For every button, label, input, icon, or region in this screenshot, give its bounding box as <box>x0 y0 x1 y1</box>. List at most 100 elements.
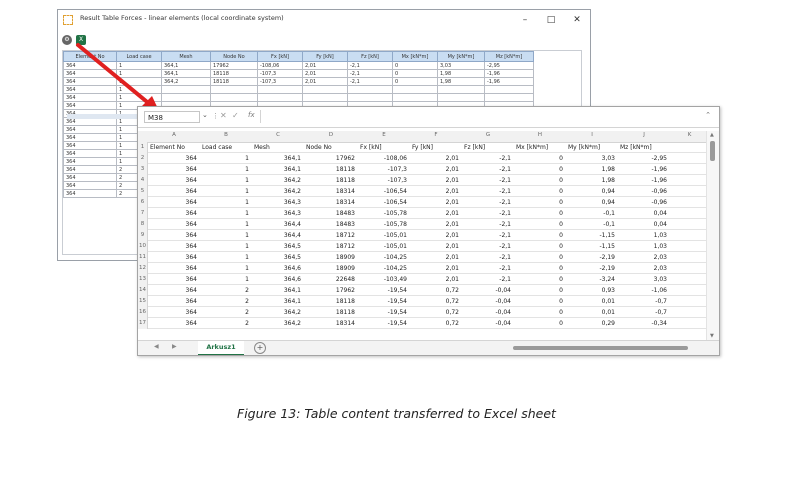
row-number[interactable]: 4 <box>138 175 148 186</box>
horizontal-scroll-thumb[interactable] <box>513 346 688 350</box>
cell[interactable]: 1 <box>200 241 249 252</box>
cell[interactable]: -2,1 <box>462 230 511 241</box>
cell[interactable]: 18314 <box>304 197 355 208</box>
chevron-up-icon[interactable]: ⌃ <box>705 111 711 119</box>
cell[interactable]: -2,1 <box>462 208 511 219</box>
row-number[interactable]: 8 <box>138 219 148 230</box>
cell[interactable]: -0,96 <box>618 197 667 208</box>
cell[interactable]: 0,72 <box>410 296 459 307</box>
cell[interactable]: 2,01 <box>410 208 459 219</box>
cell[interactable]: -2,1 <box>462 186 511 197</box>
row-number[interactable]: 15 <box>138 296 148 307</box>
cell[interactable]: 1,03 <box>618 230 667 241</box>
cell[interactable]: -2,19 <box>566 263 615 274</box>
cell[interactable]: 1,98 <box>566 175 615 186</box>
cell[interactable]: 0,72 <box>410 318 459 329</box>
cell[interactable]: -1,15 <box>566 241 615 252</box>
cell[interactable]: -2,1 <box>462 197 511 208</box>
cell[interactable]: 0 <box>514 307 563 318</box>
cell[interactable]: -105,78 <box>358 208 407 219</box>
cell[interactable]: 364,6 <box>252 274 301 285</box>
cell[interactable]: 17962 <box>304 153 355 164</box>
cell[interactable]: 1 <box>200 153 249 164</box>
cell[interactable]: 364,4 <box>252 230 301 241</box>
cell[interactable]: -103,49 <box>358 274 407 285</box>
cell[interactable]: 2,01 <box>410 241 459 252</box>
cell[interactable]: -2,19 <box>566 252 615 263</box>
cell[interactable]: 0,04 <box>618 208 667 219</box>
column-letter[interactable]: I <box>566 132 618 138</box>
cell[interactable]: 1 <box>200 208 249 219</box>
cell[interactable]: 0,01 <box>566 307 615 318</box>
cell[interactable]: 0,72 <box>410 307 459 318</box>
cell[interactable]: 2,03 <box>618 252 667 263</box>
cell[interactable]: 1 <box>200 197 249 208</box>
row-number[interactable]: 3 <box>138 164 148 175</box>
cancel-icon[interactable]: ✕ <box>220 111 227 120</box>
cell[interactable]: -0,04 <box>462 318 511 329</box>
cell[interactable]: 364 <box>148 263 197 274</box>
cell[interactable]: 3,03 <box>618 274 667 285</box>
cell[interactable]: -2,1 <box>462 164 511 175</box>
cell[interactable]: 364,1 <box>252 153 301 164</box>
cell[interactable]: 364 <box>148 296 197 307</box>
cell[interactable]: -105,78 <box>358 219 407 230</box>
cell[interactable]: 18314 <box>304 186 355 197</box>
cell[interactable]: 1 <box>200 186 249 197</box>
cell[interactable]: 364 <box>148 208 197 219</box>
cell[interactable]: -19,54 <box>358 318 407 329</box>
cell[interactable]: -2,1 <box>462 153 511 164</box>
cell[interactable]: -1,96 <box>618 175 667 186</box>
cell[interactable]: -107,3 <box>358 175 407 186</box>
sheet-tab-arkusz1[interactable]: Arkusz1 <box>198 341 244 355</box>
column-header-cell[interactable]: Mz [kN*m] <box>618 142 669 153</box>
column-letter[interactable]: H <box>514 132 566 138</box>
cell[interactable]: 0 <box>514 153 563 164</box>
cell[interactable]: 0 <box>514 318 563 329</box>
cell[interactable]: 364,3 <box>252 208 301 219</box>
column-letter[interactable]: B <box>200 132 252 138</box>
cell[interactable]: 18909 <box>304 263 355 274</box>
cell[interactable]: 0 <box>514 285 563 296</box>
cell[interactable]: 364,1 <box>252 296 301 307</box>
cell[interactable]: 364,2 <box>252 318 301 329</box>
cell[interactable]: -19,54 <box>358 296 407 307</box>
table-row[interactable]: 13 364 1 364,6 22648 -103,49 2,01 -2,1 0 -3,24 3,0… <box>138 274 709 285</box>
cell[interactable]: 0,29 <box>566 318 615 329</box>
cell[interactable]: -2,1 <box>462 274 511 285</box>
column-letter[interactable]: F <box>410 132 462 138</box>
cell[interactable]: 3,03 <box>566 153 615 164</box>
cell[interactable]: 0,72 <box>410 285 459 296</box>
table-row[interactable]: 10 364 1 364,5 18712 -105,01 2,01 -2,1 0 -1,15 1,0… <box>138 241 709 252</box>
cell[interactable]: 2 <box>200 318 249 329</box>
cell[interactable]: 2,01 <box>410 274 459 285</box>
cell[interactable]: 18118 <box>304 296 355 307</box>
cell[interactable]: 364 <box>148 285 197 296</box>
cell[interactable]: -1,15 <box>566 230 615 241</box>
cell[interactable]: 1 <box>200 230 249 241</box>
cell[interactable]: 0 <box>514 175 563 186</box>
cell[interactable]: -108,06 <box>358 153 407 164</box>
table-row[interactable]: 4 364 1 364,2 18118 -107,3 2,01 -2,1 0 1,98 -1,96 <box>138 175 709 186</box>
vertical-scroll-thumb[interactable] <box>710 141 715 161</box>
column-header-cell[interactable]: Fx [kN] <box>358 142 409 153</box>
column-letter[interactable]: J <box>618 132 670 138</box>
cell[interactable]: 0,04 <box>618 219 667 230</box>
cell[interactable]: -0,34 <box>618 318 667 329</box>
cell[interactable]: 0 <box>514 252 563 263</box>
cell[interactable]: 364,6 <box>252 263 301 274</box>
cell[interactable]: 1 <box>200 164 249 175</box>
cell[interactable]: -2,1 <box>462 219 511 230</box>
cell[interactable]: 2,01 <box>410 252 459 263</box>
cell[interactable]: 364 <box>148 252 197 263</box>
cell[interactable]: -105,01 <box>358 230 407 241</box>
table-row[interactable]: 16 364 2 364,2 18118 -19,54 0,72 -0,04 0 0,01 -0,7 <box>138 307 709 318</box>
row-number[interactable]: 10 <box>138 241 148 252</box>
cell[interactable]: 18712 <box>304 241 355 252</box>
column-letter[interactable]: D <box>304 132 358 138</box>
scroll-up-icon[interactable]: ▲ <box>710 132 714 138</box>
header-row[interactable]: 1 Element No Load case Mesh Node No Fx [kN] Fy… <box>138 142 709 153</box>
cell[interactable]: -0,1 <box>566 208 615 219</box>
cell[interactable]: 22648 <box>304 274 355 285</box>
cell[interactable]: 364 <box>148 153 197 164</box>
